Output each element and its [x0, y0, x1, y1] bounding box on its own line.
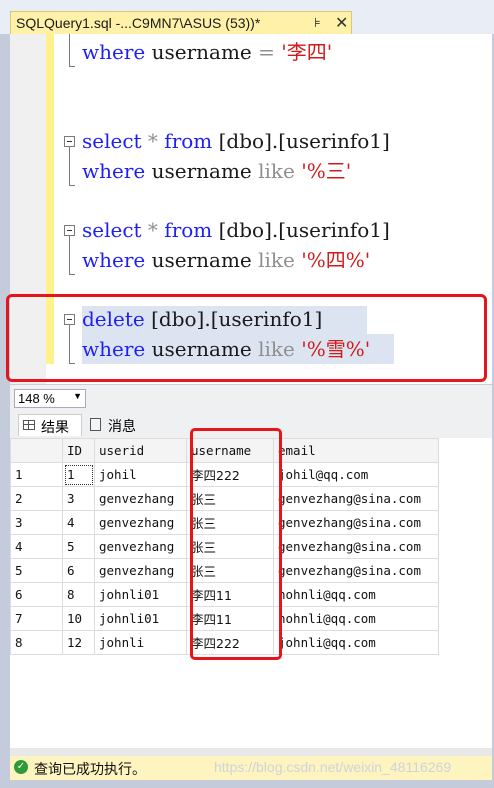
cell-email[interactable]: genvezhang@sina.com [273, 534, 439, 559]
header-userid[interactable]: userid [94, 438, 187, 463]
keyword-select: select [82, 129, 142, 153]
star: * [141, 129, 165, 153]
row-number[interactable]: 8 [10, 630, 63, 655]
cell-email[interactable]: johnli@qq.com [273, 630, 439, 655]
cell-id[interactable]: 10 [62, 606, 95, 631]
cell-userid[interactable]: genvezhang [94, 558, 187, 583]
collapse-toggle[interactable] [64, 225, 75, 236]
message-icon [90, 418, 101, 431]
keyword-where: where [82, 248, 146, 272]
cell-id[interactable]: 1 [62, 462, 95, 487]
success-check-icon: ✓ [14, 760, 28, 774]
code-line-select-2: select * from [dbo].[userinfo1] [82, 216, 390, 245]
watermark: https://blog.csdn.net/weixin_48116269 [214, 759, 452, 775]
keyword-where: where [82, 159, 146, 183]
cell-userid[interactable]: johnli [94, 630, 187, 655]
fold-guide [69, 34, 70, 66]
cell-id[interactable]: 12 [62, 630, 95, 655]
status-text: 查询已成功执行。 [34, 761, 146, 777]
cell-userid[interactable]: genvezhang [94, 534, 187, 559]
fold-guide-end [69, 66, 75, 67]
pin-icon[interactable]: ⊧ [314, 15, 321, 31]
header-id[interactable]: ID [62, 438, 95, 463]
tab-title: SQLQuery1.sql -...C9MN7\ASUS (53))* [16, 15, 261, 31]
code-line-1: where username = '李四' [82, 38, 332, 67]
bottom-frame [0, 780, 494, 788]
cell-id[interactable]: 5 [62, 534, 95, 559]
cell-email[interactable]: genvezhang@sina.com [273, 510, 439, 535]
keyword-where: where [82, 40, 146, 64]
row-number[interactable]: 7 [10, 606, 63, 631]
row-number[interactable]: 2 [10, 486, 63, 511]
zoom-value: 148 % [18, 391, 55, 406]
tab-messages-label: 消息 [108, 418, 136, 434]
chevron-down-icon: ▼ [73, 391, 82, 401]
row-number[interactable]: 3 [10, 510, 63, 535]
fold-guide-end [69, 185, 75, 186]
column-name: username [145, 40, 259, 64]
header-email[interactable]: email [273, 438, 439, 463]
cell-userid[interactable]: genvezhang [94, 486, 187, 511]
query-tab[interactable]: SQLQuery1.sql -...C9MN7\ASUS (53))* ⊧ ✕ [10, 11, 352, 34]
string-literal: '%三' [294, 159, 352, 183]
cell-userid[interactable]: johnli01 [94, 582, 187, 607]
fold-guide [69, 236, 70, 274]
cell-userid[interactable]: johnli01 [94, 606, 187, 631]
string-literal: '李四' [274, 40, 333, 64]
star: * [141, 218, 165, 242]
fold-guide [69, 147, 70, 185]
cell-email[interactable]: genvezhang@sina.com [273, 558, 439, 583]
left-frame [0, 34, 10, 786]
horizontal-scrollbar[interactable] [10, 748, 492, 756]
operator: = [258, 40, 275, 64]
cell-email[interactable]: hohnli@qq.com [273, 582, 439, 607]
column-name: username [145, 159, 259, 183]
code-line-where-2: where username like '%四%' [82, 246, 370, 275]
header-rownum [10, 438, 63, 463]
keyword-like: like [258, 248, 295, 272]
cell-id[interactable]: 3 [62, 486, 95, 511]
collapse-toggle[interactable] [64, 136, 75, 147]
tab-results[interactable]: 结果 [18, 414, 82, 436]
cell-id[interactable]: 8 [62, 582, 95, 607]
cell-userid[interactable]: johil [94, 462, 187, 487]
keyword-from: from [164, 218, 213, 242]
annotation-box-delete [6, 294, 487, 382]
close-icon[interactable]: ✕ [335, 13, 348, 33]
fold-guide-end [69, 274, 75, 275]
cell-email[interactable]: johil@qq.com [273, 462, 439, 487]
keyword-like: like [258, 159, 295, 183]
document-tab-bar: SQLQuery1.sql -...C9MN7\ASUS (53))* ⊧ ✕ [0, 0, 494, 34]
cell-email[interactable]: genvezhang@sina.com [273, 486, 439, 511]
cell-userid[interactable]: genvezhang [94, 510, 187, 535]
code-line-where-1: where username like '%三' [82, 157, 351, 186]
column-name: username [145, 248, 259, 272]
zoom-bar: 148 % ▼ [10, 384, 492, 411]
code-line-select-1: select * from [dbo].[userinfo1] [82, 127, 390, 156]
row-number[interactable]: 5 [10, 558, 63, 583]
keyword-select: select [82, 218, 142, 242]
keyword-from: from [164, 129, 213, 153]
tab-messages[interactable]: 消息 [86, 414, 148, 436]
cell-id[interactable]: 6 [62, 558, 95, 583]
tab-results-label: 结果 [41, 419, 69, 435]
row-number[interactable]: 4 [10, 534, 63, 559]
cell-email[interactable]: hohnli@qq.com [273, 606, 439, 631]
row-number[interactable]: 1 [10, 462, 63, 487]
cell-id[interactable]: 4 [62, 510, 95, 535]
grid-icon [23, 420, 35, 430]
zoom-dropdown[interactable]: 148 % ▼ [14, 389, 86, 408]
annotation-box-username [190, 428, 282, 660]
row-number[interactable]: 6 [10, 582, 63, 607]
table-name: [dbo].[userinfo1] [212, 129, 390, 153]
table-name: [dbo].[userinfo1] [212, 218, 390, 242]
status-bar: ✓ 查询已成功执行。 https://blog.csdn.net/weixin_… [10, 756, 492, 780]
string-literal: '%四%' [294, 248, 371, 272]
